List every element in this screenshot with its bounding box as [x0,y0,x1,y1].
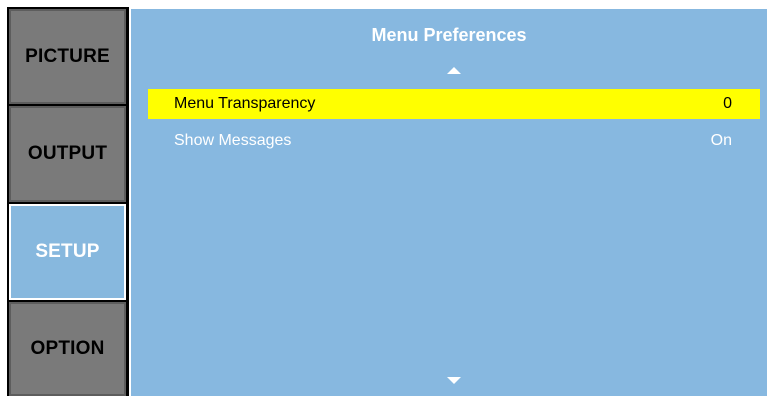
tab-setup[interactable]: SETUP [9,204,126,300]
menu-item-label: Show Messages [174,132,292,149]
page-title: Menu Preferences [371,25,527,45]
osd-menu: PICTURE OUTPUT SETUP OPTION Menu Prefere… [0,0,767,396]
tab-output[interactable]: OUTPUT [9,106,126,202]
menu-item-show-messages[interactable]: Show Messages On [148,126,760,156]
menu-item-label: Menu Transparency [174,95,316,112]
tab-output-label: OUTPUT [27,143,108,164]
triangle-up-icon[interactable] [447,67,461,74]
triangle-down-icon[interactable] [447,377,461,384]
menu-panel: Menu Preferences Menu Transparency 0 Sho… [131,9,767,396]
category-sidebar: PICTURE OUTPUT SETUP OPTION [7,7,129,396]
tab-option-label: OPTION [30,338,105,359]
tab-setup-label: SETUP [35,241,100,262]
tab-picture-label: PICTURE [25,45,110,67]
tab-picture[interactable]: PICTURE [9,9,126,104]
menu-item-value: On [710,132,732,149]
menu-item-value: 0 [723,95,732,112]
tab-option[interactable]: OPTION [9,302,126,396]
menu-item-menu-transparency[interactable]: Menu Transparency 0 [148,89,760,119]
